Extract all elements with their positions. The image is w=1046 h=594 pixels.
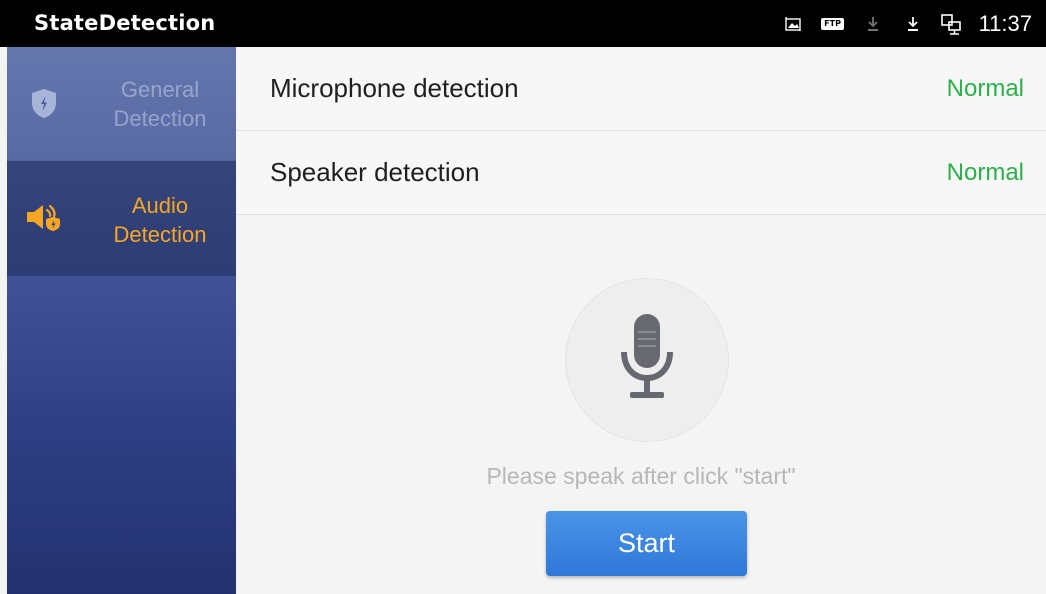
microphone-detection-row: Microphone detection Normal: [236, 47, 1046, 131]
speaker-detection-row: Speaker detection Normal: [236, 131, 1046, 215]
speaker-icon: [25, 202, 65, 232]
status-icons: FTP 11:37: [773, 0, 1032, 47]
status-bar: StateDetection FTP 11:37: [0, 0, 1046, 47]
ftp-icon: FTP: [813, 17, 853, 30]
row-label: Microphone detection: [270, 73, 519, 103]
sidebar: General Detection Audio Detection: [7, 47, 236, 594]
status-badge: Normal: [946, 159, 1024, 186]
download-icon: [853, 16, 893, 32]
sidebar-item-general-detection[interactable]: General Detection: [7, 47, 236, 161]
sidebar-item-label: Audio Detection: [113, 193, 207, 247]
start-button[interactable]: Start: [546, 511, 747, 576]
sidebar-item-label: General Detection: [113, 77, 207, 131]
download-icon: [893, 16, 933, 32]
app-title: StateDetection: [34, 11, 216, 35]
microphone-button: [565, 278, 729, 442]
main-panel: Microphone detection Normal Speaker dete…: [236, 47, 1046, 594]
microphone-icon: [616, 312, 678, 408]
sidebar-item-audio-detection[interactable]: Audio Detection: [7, 161, 236, 276]
row-label: Speaker detection: [270, 157, 480, 187]
clock: 11:37: [978, 10, 1032, 36]
instruction-text: Please speak after click "start": [486, 463, 796, 489]
status-badge: Normal: [946, 75, 1024, 102]
app-window: StateDetection FTP 11:37 General Detecti…: [0, 0, 1046, 594]
ethernet-icon: [933, 13, 969, 35]
screenshot-icon: [773, 15, 813, 33]
shield-icon: [29, 88, 59, 118]
